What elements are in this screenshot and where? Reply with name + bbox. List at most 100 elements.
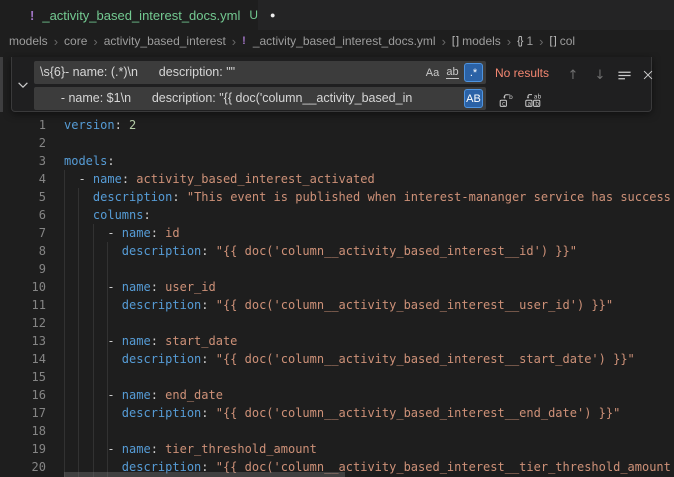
code-line[interactable]: 4 - name: activity_based_interest_activa… (0, 170, 674, 188)
code-token: activity_based_interest_activated (136, 172, 374, 186)
code-token: name (93, 172, 122, 186)
tab-filename: _activity_based_interest_docs.yml (42, 8, 240, 23)
close-find-widget-button[interactable] (638, 65, 658, 85)
line-number[interactable]: 2 (0, 134, 46, 152)
replace-button[interactable]: b c (496, 90, 516, 110)
breadcrumb-separator-icon: › (442, 35, 446, 48)
code-line[interactable]: 18 (0, 422, 674, 440)
breadcrumb-item[interactable]: models (9, 34, 48, 48)
preserve-case-button[interactable]: AB (464, 89, 483, 108)
breadcrumb-separator-icon: › (93, 35, 97, 48)
breadcrumb-item[interactable]: {}1 (517, 34, 533, 48)
breadcrumb-item-label: models (9, 34, 48, 48)
code-line[interactable]: 15 (0, 368, 674, 386)
replace-input[interactable]: - name: $1\n description: "{{ doc('colum… (34, 87, 486, 110)
close-icon (641, 68, 655, 82)
line-number[interactable]: 4 (0, 170, 46, 188)
code-line[interactable]: 12 (0, 314, 674, 332)
code-token: description (122, 352, 201, 366)
code-token: user_id (165, 280, 216, 294)
previous-match-button[interactable]: ↑ (563, 65, 583, 85)
code-line[interactable]: 14 description: "{{ doc('column__activit… (0, 350, 674, 368)
code-line[interactable]: 2 (0, 134, 674, 152)
line-number[interactable]: 11 (0, 296, 46, 314)
line-number[interactable]: 13 (0, 332, 46, 350)
line-number[interactable]: 5 (0, 188, 46, 206)
selection-icon (617, 68, 632, 83)
code-line[interactable]: 19 - name: tier_threshold_amount (0, 440, 674, 458)
line-number[interactable]: 1 (0, 116, 46, 134)
code-line[interactable]: 11 description: "{{ doc('column__activit… (0, 296, 674, 314)
breadcrumb-item[interactable]: !_activity_based_interest_docs.yml (242, 34, 435, 48)
code-line[interactable]: 13 - name: start_date (0, 332, 674, 350)
code-line[interactable]: 1version: 2 (0, 116, 674, 134)
breadcrumb-item[interactable]: activity_based_interest (104, 34, 226, 48)
line-number[interactable]: 6 (0, 206, 46, 224)
breadcrumb-item[interactable]: core (64, 34, 87, 48)
breadcrumb-item[interactable]: [ ]col (550, 34, 576, 48)
whole-word-button[interactable]: ab (443, 63, 462, 82)
code-token: : (201, 352, 215, 366)
whole-word-label: ab (446, 67, 458, 79)
code-line[interactable]: 8 description: "{{ doc('column__activity… (0, 242, 674, 260)
code-token: tier_threshold_amount (165, 442, 317, 456)
use-regex-button[interactable]: .* (464, 63, 483, 82)
next-match-button[interactable]: ↓ (590, 65, 610, 85)
svg-text:b: b (509, 94, 513, 101)
arrow-up-icon: ↑ (568, 68, 579, 83)
code-area[interactable]: 1version: 223models:4 - name: activity_b… (0, 116, 674, 476)
line-number[interactable]: 9 (0, 260, 46, 278)
code-token: : (151, 334, 165, 348)
code-line-text: - name: id (64, 224, 180, 242)
code-line[interactable]: 17 description: "{{ doc('column__activit… (0, 404, 674, 422)
code-line[interactable]: 10 - name: user_id (0, 278, 674, 296)
code-token: "{{ doc('column__activity_based_interest… (216, 244, 577, 258)
line-number[interactable]: 16 (0, 386, 46, 404)
code-line[interactable]: 7 - name: id (0, 224, 674, 242)
code-token (64, 244, 122, 258)
line-number[interactable]: 12 (0, 314, 46, 332)
code-token: : (201, 298, 215, 312)
replace-all-button[interactable]: ab a b (523, 90, 543, 110)
line-number[interactable]: 7 (0, 224, 46, 242)
code-line[interactable]: 3models: (0, 152, 674, 170)
breadcrumb-separator-icon: › (54, 35, 58, 48)
code-line[interactable]: 6 columns: (0, 206, 674, 224)
replace-value-text: - name: $1\n description: "{{ doc('colum… (40, 87, 456, 110)
code-token: - (64, 334, 122, 348)
find-status-text: No results (495, 66, 549, 80)
line-number[interactable]: 8 (0, 242, 46, 260)
toggle-replace-button[interactable] (15, 77, 31, 93)
code-line[interactable]: 16 - name: end_date (0, 386, 674, 404)
code-line[interactable]: 9 (0, 260, 674, 278)
horizontal-scrollbar[interactable] (64, 472, 345, 477)
array-symbol-icon: [ ] (452, 35, 458, 47)
code-line-text: - name: user_id (64, 278, 216, 296)
breadcrumb-separator-icon: › (539, 35, 543, 48)
find-in-selection-button[interactable] (614, 65, 634, 85)
line-number[interactable]: 18 (0, 422, 46, 440)
code-line-text: description: "{{ doc('column__activity_b… (64, 404, 620, 422)
code-token: : (151, 226, 165, 240)
arrow-down-icon: ↓ (595, 68, 606, 83)
line-number[interactable]: 3 (0, 152, 46, 170)
editor[interactable]: 1version: 223models:4 - name: activity_b… (0, 52, 674, 477)
breadcrumb-item-label: core (64, 34, 87, 48)
line-number[interactable]: 19 (0, 440, 46, 458)
line-number[interactable]: 14 (0, 350, 46, 368)
match-case-button[interactable]: Aa (423, 63, 442, 82)
code-line-text: description: "This event is published wh… (64, 188, 671, 206)
find-input[interactable]: \s{6}- name: (.*)\n description: "" Aa a… (34, 61, 486, 84)
code-token (64, 352, 122, 366)
line-number[interactable]: 20 (0, 458, 46, 476)
breadcrumb-item-label: 1 (526, 34, 533, 48)
line-number[interactable]: 15 (0, 368, 46, 386)
tab-active[interactable]: ! _activity_based_interest_docs.yml U ● (0, 0, 258, 30)
line-number[interactable]: 17 (0, 404, 46, 422)
code-line[interactable]: 5 description: "This event is published … (0, 188, 674, 206)
code-token: name (122, 280, 151, 294)
code-token: description (93, 190, 172, 204)
unsaved-dot-icon[interactable]: ● (270, 10, 275, 20)
breadcrumb-item[interactable]: [ ]models (452, 34, 501, 48)
line-number[interactable]: 10 (0, 278, 46, 296)
